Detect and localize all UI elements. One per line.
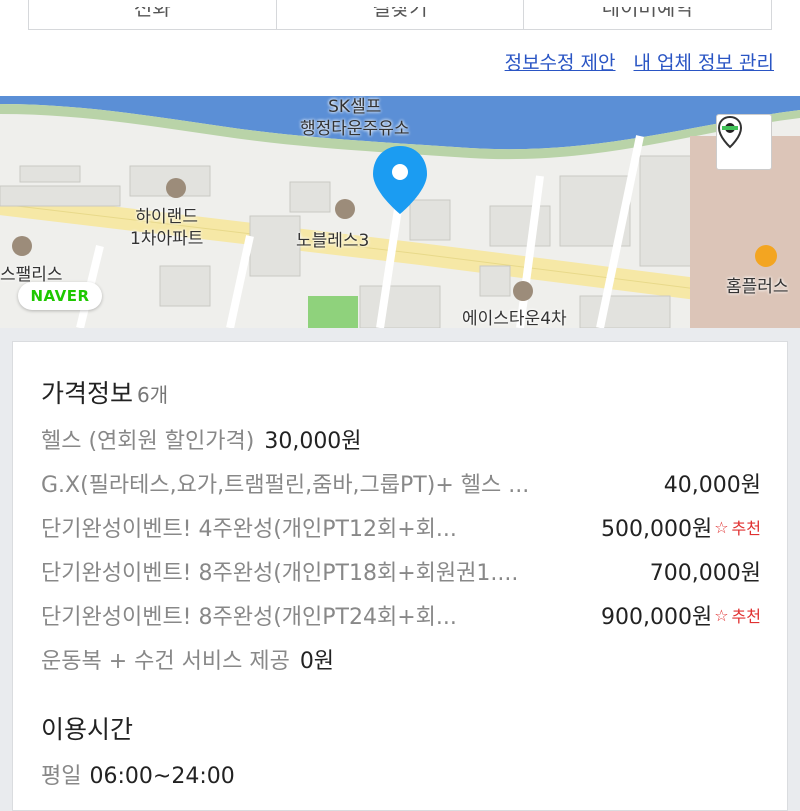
- price-item-name: 단기완성이벤트! 8주완성(개인PT24회+회...: [41, 605, 457, 630]
- price-item-name: 단기완성이벤트! 4주완성(개인PT12회+회...: [41, 517, 457, 542]
- weekday-value: 06:00~24:00: [89, 764, 235, 789]
- price-item-name: 단기완성이벤트! 8주완성(개인PT18회+회원권1....: [41, 561, 519, 586]
- price-item-value: 0원: [299, 649, 335, 674]
- price-count: 6개: [137, 383, 169, 407]
- location-map[interactable]: SK셀프 행정타운주유소 하이랜드 1차아파트 노블레스3 스팰리스 홈플러스 에이…: [0, 96, 800, 328]
- price-item[interactable]: 단기완성이벤트! 4주완성(개인PT12회+회... 500,000원 ☆ 추천: [41, 510, 761, 544]
- map-label-noblesse: 노블레스3: [296, 231, 370, 251]
- map-pin-icon: [717, 115, 743, 149]
- price-item[interactable]: 단기완성이벤트! 8주완성(개인PT18회+회원권1.... 700,000원: [41, 554, 761, 588]
- price-item-value: 40,000원: [663, 473, 761, 498]
- star-icon: ☆: [714, 517, 729, 537]
- price-item-value: 30,000원: [264, 429, 362, 454]
- directions-tab-label: 길찾기: [372, 7, 427, 17]
- price-item[interactable]: 단기완성이벤트! 8주완성(개인PT24회+회... 900,000원 ☆ 추천: [41, 598, 761, 632]
- hours-section-title: 이용시간: [41, 715, 134, 744]
- price-item[interactable]: 헬스 (연회원 할인가격) 30,000원: [41, 422, 761, 456]
- naver-logo-badge: NAVER: [18, 282, 102, 310]
- price-item-value: 700,000원: [649, 561, 761, 586]
- price-item[interactable]: 운동복 + 수건 서비스 제공 0원: [41, 642, 761, 676]
- price-item-value: 500,000원: [600, 517, 713, 542]
- call-tab[interactable]: 전화: [29, 0, 277, 29]
- price-section-title: 가격정보 6개: [41, 374, 168, 410]
- price-item-name: G.X(필라테스,요가,트램펄린,줌바,그룹PT)+ 헬스 ...: [41, 473, 530, 498]
- reservation-tab-label: 네이버예약: [602, 7, 694, 17]
- info-card: 가격정보 6개 헬스 (연회원 할인가격) 30,000원 G.X(필라테스,요가…: [12, 341, 788, 811]
- price-item-name: 운동복 + 수건 서비스 제공: [41, 649, 290, 674]
- call-tab-label: 전화: [134, 7, 171, 17]
- recommend-badge: ☆ 추천: [714, 515, 761, 539]
- map-label-homeplus: 홈플러스: [726, 277, 789, 297]
- price-title-text: 가격정보: [41, 379, 134, 408]
- manage-business-link[interactable]: 내 업체 정보 관리: [634, 48, 774, 75]
- price-item-value: 900,000원: [600, 605, 713, 630]
- map-label-acetown: 에이스타운4차: [462, 309, 567, 328]
- edit-links: 정보수정 제안 내 업체 정보 관리: [505, 48, 774, 75]
- suggest-edit-link[interactable]: 정보수정 제안: [505, 48, 616, 75]
- action-tab-row: 전화 길찾기 네이버예약: [28, 0, 772, 30]
- reservation-tab[interactable]: 네이버예약: [524, 0, 771, 29]
- price-item-name: 헬스 (연회원 할인가격): [41, 429, 255, 454]
- directions-tab[interactable]: 길찾기: [277, 0, 525, 29]
- recommend-label: 추천: [731, 519, 761, 538]
- weekday-label: 평일: [41, 764, 82, 789]
- recommend-label: 추천: [731, 607, 761, 626]
- star-icon: ☆: [714, 605, 729, 625]
- map-label-highland: 하이랜드 1차아파트: [130, 207, 204, 249]
- weekday-hours: 평일 06:00~24:00: [41, 758, 235, 790]
- action-card: 전화 길찾기 네이버예약 정보수정 제안 내 업체 정보 관리: [0, 0, 800, 96]
- recommend-badge: ☆ 추천: [714, 603, 761, 627]
- price-item[interactable]: G.X(필라테스,요가,트램펄린,줌바,그룹PT)+ 헬스 ... 40,000…: [41, 466, 761, 500]
- map-label-gas-station: SK셀프 행정타운주유소: [300, 97, 410, 139]
- map-location-button[interactable]: [716, 114, 772, 170]
